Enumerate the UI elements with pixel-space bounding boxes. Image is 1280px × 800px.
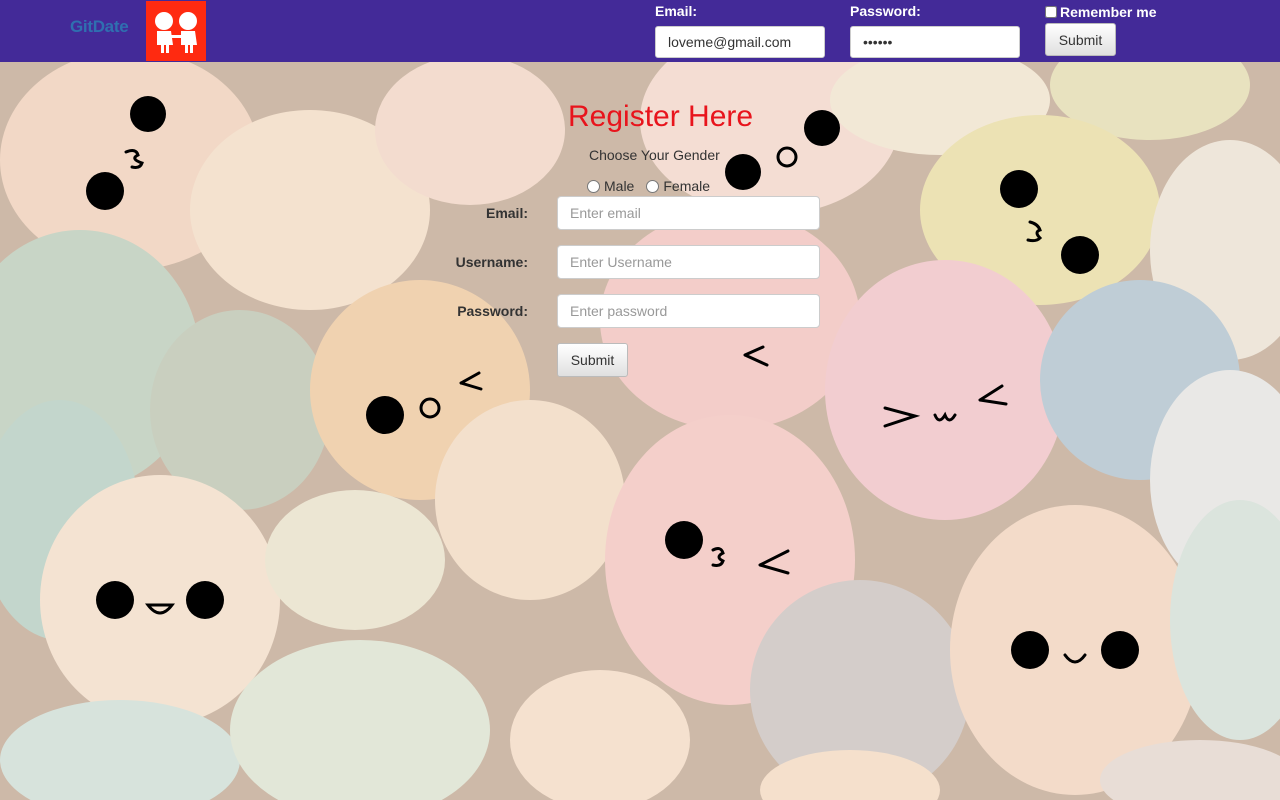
remember-me[interactable]: Remember me [1045,4,1157,20]
nav-password-input[interactable] [850,26,1020,58]
register-username-label: Username: [455,254,528,270]
nav-email-input[interactable] [655,26,825,58]
couple-icon [146,1,206,61]
register-submit-button[interactable]: Submit [557,343,628,377]
login-submit-button[interactable]: Submit [1045,23,1116,56]
gender-radio-group: Male Female [587,178,710,194]
nav-email-label: Email: [655,3,698,19]
register-panel: Register Here Choose Your Gender Male Fe… [0,62,1280,800]
top-navbar: GitDate Email: Password: Remember me Sub… [0,0,1280,62]
remember-label: Remember me [1060,4,1157,20]
register-password-input[interactable] [557,294,820,328]
male-label: Male [604,178,635,194]
register-email-label: Email: [485,205,528,221]
register-password-label: Password: [457,303,528,319]
brand-link[interactable]: GitDate [70,17,129,37]
remember-checkbox[interactable] [1045,6,1057,18]
register-email-input[interactable] [557,196,820,230]
nav-password-label: Password: [850,3,921,19]
female-radio[interactable] [646,179,660,193]
register-username-input[interactable] [557,245,820,279]
female-label: Female [663,178,711,194]
male-radio[interactable] [587,179,600,193]
gender-prompt: Choose Your Gender [589,147,720,163]
register-title: Register Here [568,100,754,133]
